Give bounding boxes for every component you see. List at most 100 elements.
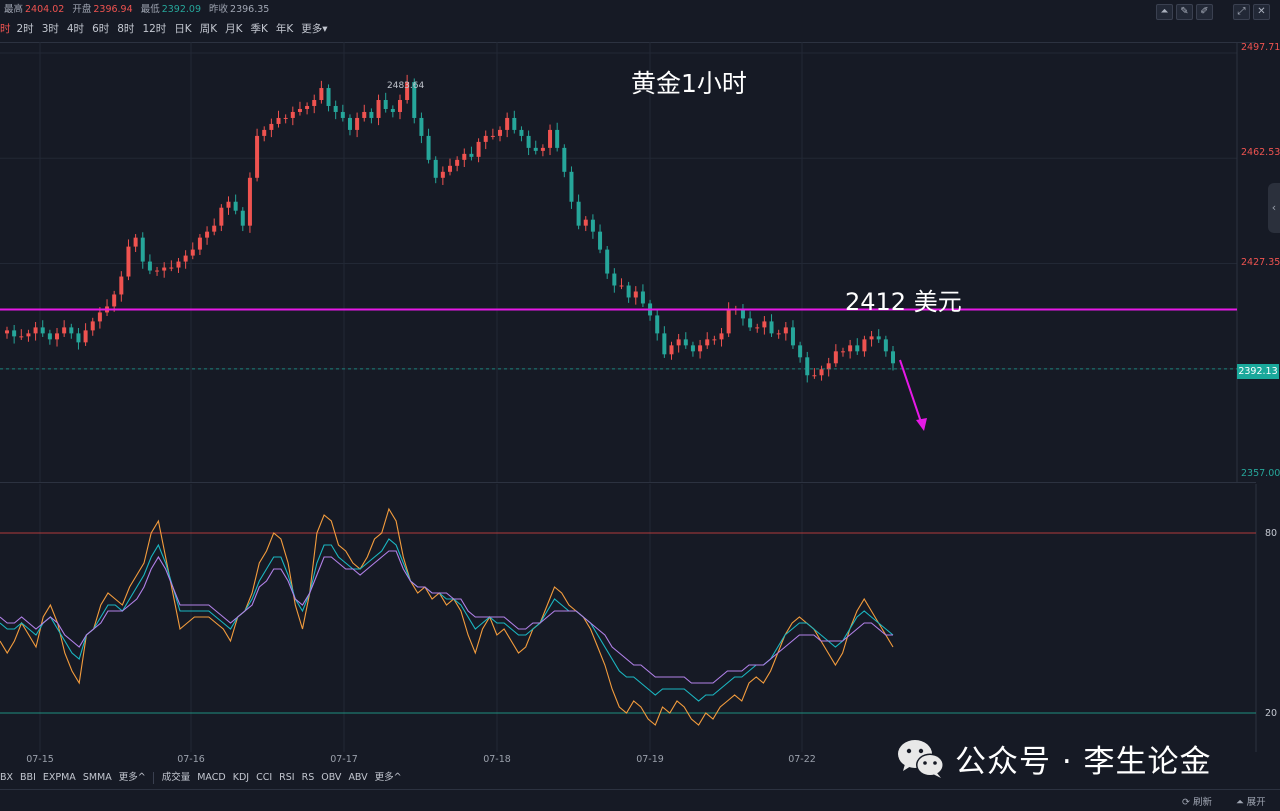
expand-button[interactable]: ⏶ 展开: [1236, 794, 1266, 808]
candle: [369, 108, 374, 124]
chart-title: 黄金1小时: [631, 69, 747, 98]
candle: [119, 271, 124, 302]
candle: [840, 347, 845, 357]
pencil-icon[interactable]: ✎: [1176, 4, 1193, 20]
candle: [197, 234, 202, 255]
pencil-alt-icon[interactable]: ✐: [1196, 4, 1213, 20]
candle: [776, 329, 781, 339]
candle: [12, 324, 17, 344]
high-marker-label: 2483.64: [387, 81, 425, 91]
candlestick-chart[interactable]: [0, 42, 1280, 482]
candle: [869, 330, 874, 347]
candle: [626, 281, 631, 303]
candle: [155, 266, 160, 276]
candle: [376, 94, 381, 126]
period-more[interactable]: 更多▾: [301, 20, 327, 38]
candle: [769, 314, 774, 337]
candle: [433, 156, 438, 184]
candle: [76, 327, 81, 350]
period-month[interactable]: 月K: [225, 20, 242, 38]
candle: [783, 322, 788, 341]
candle: [326, 84, 331, 112]
candle: [55, 327, 60, 347]
indicator-bx[interactable]: BX: [0, 770, 13, 786]
date-tick: 07-18: [483, 754, 511, 765]
period-year[interactable]: 年K: [276, 20, 293, 38]
date-tick: 07-19: [636, 754, 664, 765]
period-2h[interactable]: 2时: [17, 20, 34, 38]
period-6h[interactable]: 6时: [92, 20, 109, 38]
indicator-kdj[interactable]: KDJ: [233, 770, 249, 786]
indicator-obv[interactable]: OBV: [321, 770, 341, 786]
low-label: 最低: [140, 4, 160, 15]
collapse-panel-handle[interactable]: ‹: [1268, 183, 1280, 233]
indicator-bbi[interactable]: BBI: [20, 770, 36, 786]
refresh-button[interactable]: ⟳ 刷新: [1182, 794, 1212, 808]
candle: [698, 339, 703, 359]
candle: [748, 311, 753, 331]
candle: [762, 316, 767, 335]
indicator-abv[interactable]: ABV: [348, 770, 367, 786]
candle: [40, 320, 45, 337]
candle: [462, 148, 467, 168]
price-tick: 2462.53: [1241, 147, 1280, 158]
current-price-badge: 2392.13: [1237, 364, 1279, 379]
line-chart-icon[interactable]: ⏶: [1156, 4, 1173, 20]
candle: [705, 332, 710, 349]
period-12h[interactable]: 12时: [142, 20, 166, 38]
price-tick: 2497.71: [1241, 42, 1280, 53]
refresh-icon: ⟳: [1182, 797, 1193, 808]
osc-series-line-1: [0, 507, 894, 726]
indicator-macd[interactable]: MACD: [197, 770, 225, 786]
osc-series-line-3: [0, 550, 893, 684]
candle: [176, 257, 181, 273]
candle: [555, 122, 560, 152]
osc-tick-20: 20: [1265, 708, 1278, 719]
indicator-smma[interactable]: SMMA: [83, 770, 112, 786]
period-selector: 时 2时 3时 4时 6时 8时 12时 日K 周K 月K 季K 年K 更多▾: [0, 20, 336, 38]
wechat-icon: [898, 739, 944, 778]
expand-icon[interactable]: ⤢: [1233, 4, 1250, 20]
candle: [212, 218, 217, 236]
date-tick: 07-17: [330, 754, 358, 765]
candle: [526, 130, 531, 156]
candle: [826, 357, 831, 377]
candle: [633, 286, 638, 305]
candle: [83, 323, 88, 346]
candle: [347, 114, 352, 136]
watermark-text: 公众号 · 李生论金: [955, 744, 1212, 780]
candle: [612, 268, 617, 293]
candle: [576, 194, 581, 230]
period-day[interactable]: 日K: [174, 20, 191, 38]
candle: [69, 323, 74, 339]
candle: [583, 216, 588, 232]
indicator-cci[interactable]: CCI: [256, 770, 272, 786]
candle: [255, 128, 260, 182]
indicator-volume[interactable]: 成交量: [162, 770, 191, 786]
period-4h[interactable]: 4时: [67, 20, 84, 38]
period-1h[interactable]: 时: [0, 20, 11, 38]
period-week[interactable]: 周K: [200, 20, 217, 38]
candle: [505, 112, 510, 138]
period-quarter[interactable]: 季K: [250, 20, 267, 38]
down-arrow: [899, 359, 927, 431]
candle: [133, 234, 138, 252]
period-3h[interactable]: 3时: [42, 20, 59, 38]
candle: [333, 100, 338, 120]
candle: [662, 326, 667, 358]
candle: [105, 299, 110, 317]
oscillator-chart[interactable]: [0, 484, 1280, 752]
indicator-rs[interactable]: RS: [302, 770, 315, 786]
candle: [362, 104, 367, 122]
indicator-rsi[interactable]: RSI: [279, 770, 294, 786]
candle: [726, 302, 731, 337]
candle: [426, 128, 431, 164]
prev-close-label: 昨收: [209, 4, 229, 15]
period-8h[interactable]: 8时: [117, 20, 134, 38]
candle: [355, 112, 360, 138]
candle: [297, 101, 302, 116]
indicator-main-more[interactable]: 更多^: [119, 770, 146, 786]
close-icon[interactable]: ✕: [1253, 4, 1270, 20]
indicator-sub-more[interactable]: 更多^: [375, 770, 402, 786]
indicator-expma[interactable]: EXPMA: [43, 770, 76, 786]
